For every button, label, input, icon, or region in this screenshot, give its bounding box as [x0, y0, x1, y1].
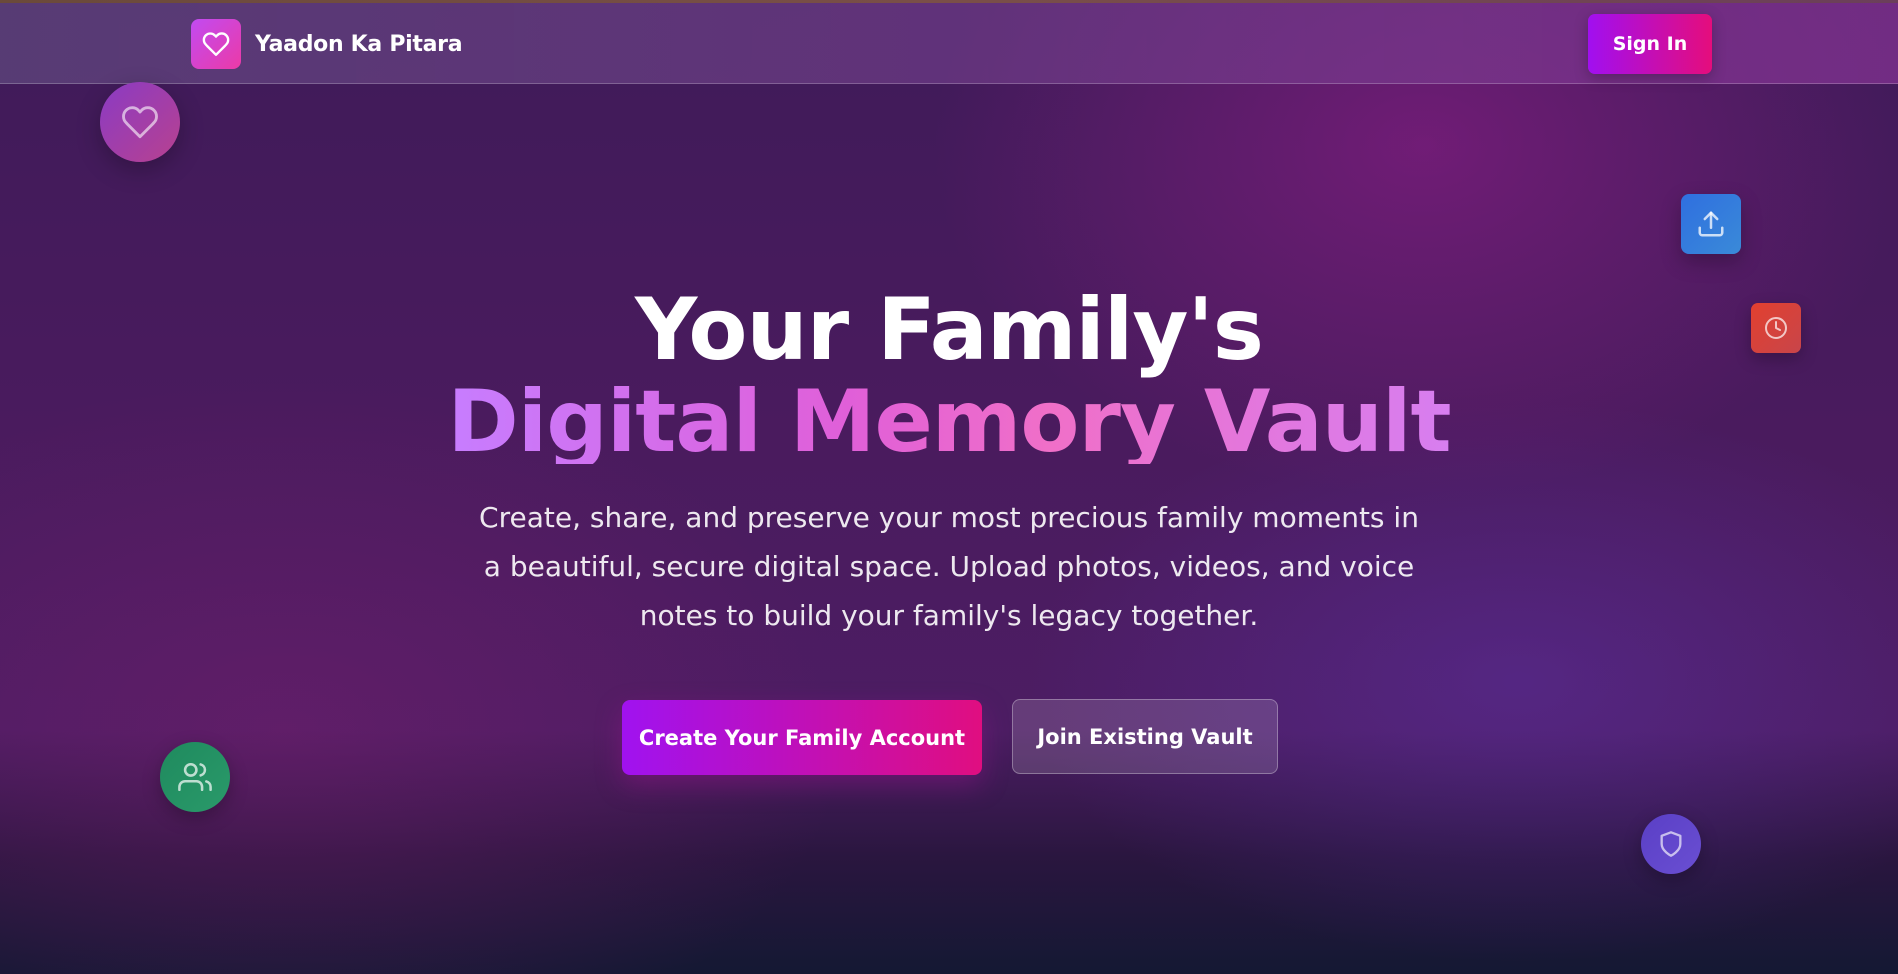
floating-upload-badge — [1681, 194, 1741, 254]
brand[interactable]: Yaadon Ka Pitara — [191, 19, 463, 69]
create-family-account-button[interactable]: Create Your Family Account — [622, 700, 982, 775]
floating-shield-badge — [1641, 814, 1701, 874]
upload-icon — [1698, 211, 1724, 237]
heart-icon — [122, 106, 158, 139]
users-icon — [178, 762, 212, 792]
floating-heart-badge — [100, 82, 180, 162]
hero-title-highlight-text: Digital Memory Vault — [447, 374, 1451, 464]
shield-icon — [1660, 831, 1682, 857]
floating-users-badge — [160, 742, 230, 812]
join-existing-vault-button[interactable]: Join Existing Vault — [1012, 699, 1278, 774]
brand-name: Yaadon Ka Pitara — [255, 31, 463, 57]
landing-page: Yaadon Ka Pitara Sign In Your Family's D… — [0, 0, 1898, 974]
heart-icon — [202, 32, 230, 57]
hero-title-highlight: Digital Memory Vault — [0, 374, 1898, 464]
brand-logo — [191, 19, 241, 69]
hero-description: Create, share, and preserve your most pr… — [479, 501, 1419, 632]
navbar: Yaadon Ka Pitara Sign In — [0, 3, 1898, 84]
sign-in-button[interactable]: Sign In — [1588, 14, 1712, 74]
hero-title: Your Family's — [635, 280, 1264, 380]
